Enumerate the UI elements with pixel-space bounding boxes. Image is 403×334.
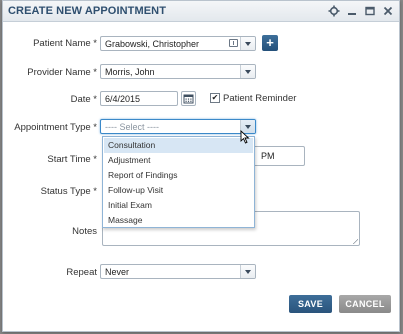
chevron-down-icon <box>245 270 251 274</box>
status-type-label: Status Type * <box>40 186 97 197</box>
date-value: 6/4/2015 <box>105 94 141 104</box>
patient-name-field[interactable]: Grabowski, Christopher <box>100 36 256 51</box>
appointment-type-placeholder: ---- Select ---- <box>105 122 159 132</box>
patient-name-value: Grabowski, Christopher <box>105 39 200 49</box>
chevron-down-icon <box>245 70 251 74</box>
patient-reminder-label: Patient Reminder <box>223 93 297 104</box>
checkmark-icon: ✔ <box>211 93 219 102</box>
start-time-ampm-field[interactable]: PM <box>253 146 305 166</box>
dropdown-option-massage[interactable]: Massage <box>104 213 253 228</box>
dropdown-option-follow-up-visit[interactable]: Follow-up Visit <box>104 183 253 198</box>
start-time-label: Start Time * <box>47 154 97 165</box>
provider-name-select[interactable]: Morris, John <box>100 64 256 79</box>
dropdown-option-report-of-findings[interactable]: Report of Findings <box>104 168 253 183</box>
cancel-button[interactable]: CANCEL <box>339 295 391 313</box>
repeat-dropdown-button[interactable] <box>240 265 255 278</box>
window-controls <box>328 5 394 17</box>
minimize-icon[interactable] <box>346 5 358 17</box>
id-card-icon[interactable] <box>229 39 238 47</box>
appointment-type-label: Appointment Type * <box>14 122 97 133</box>
patient-name-dropdown-button[interactable] <box>240 37 255 50</box>
provider-dropdown-button[interactable] <box>240 65 255 78</box>
repeat-value: Never <box>105 267 130 277</box>
dialog-title: CREATE NEW APPOINTMENT <box>8 5 167 17</box>
gear-icon[interactable] <box>328 5 340 17</box>
dropdown-option-consultation[interactable]: Consultation <box>104 138 253 153</box>
patient-reminder-checkbox[interactable]: ✔ <box>210 93 220 103</box>
notes-label: Notes <box>72 226 97 237</box>
provider-name-label: Provider Name * <box>27 67 97 78</box>
maximize-icon[interactable] <box>364 5 376 17</box>
dialog-titlebar: CREATE NEW APPOINTMENT <box>3 1 399 22</box>
start-time-ampm: PM <box>261 151 275 161</box>
dropdown-option-initial-exam[interactable]: Initial Exam <box>104 198 253 213</box>
add-patient-button[interactable]: + <box>262 35 278 51</box>
calendar-icon <box>183 94 194 104</box>
appointment-type-dropdown-list: Consultation Adjustment Report of Findin… <box>102 136 255 228</box>
appointment-type-select[interactable]: ---- Select ---- <box>100 119 256 134</box>
appointment-dialog: CREATE NEW APPOINTMENT Patient Name * Gr… <box>2 0 400 332</box>
mouse-cursor-icon <box>240 130 250 144</box>
date-label: Date * <box>70 94 97 105</box>
resize-handle[interactable] <box>353 239 358 244</box>
patient-name-label: Patient Name * <box>33 38 97 49</box>
calendar-button[interactable] <box>181 91 196 106</box>
chevron-down-icon <box>245 42 251 46</box>
save-button[interactable]: SAVE <box>289 295 332 313</box>
repeat-select[interactable]: Never <box>100 264 256 279</box>
chevron-down-icon <box>245 125 251 129</box>
close-icon[interactable] <box>382 5 394 17</box>
plus-icon: + <box>266 35 274 50</box>
dropdown-option-adjustment[interactable]: Adjustment <box>104 153 253 168</box>
repeat-label: Repeat <box>66 267 97 278</box>
date-input[interactable]: 6/4/2015 <box>100 91 178 106</box>
provider-name-value: Morris, John <box>105 67 155 77</box>
